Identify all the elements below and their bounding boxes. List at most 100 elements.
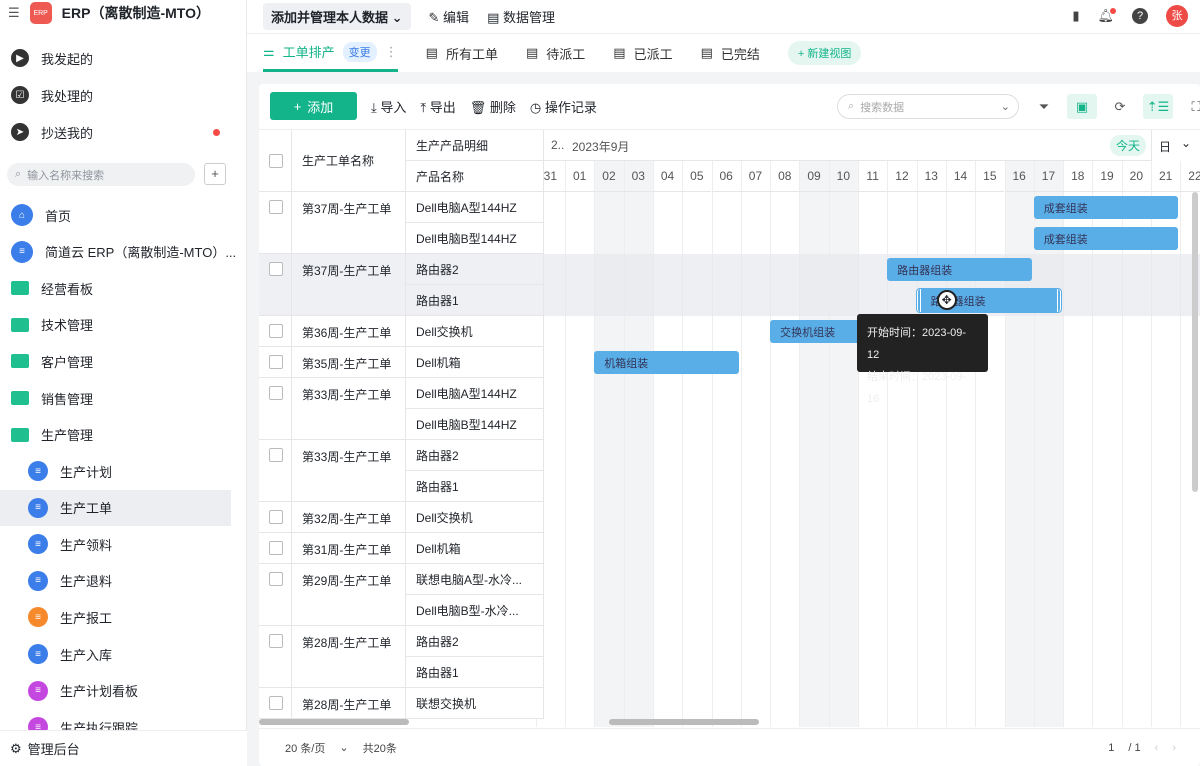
edit-button[interactable]: ✎ 编辑 xyxy=(429,7,470,26)
page-size-select[interactable]: 20 条/页 xyxy=(285,740,325,756)
display-icon[interactable]: ▣ xyxy=(1067,94,1097,119)
day-label: 13 xyxy=(916,161,946,192)
row-checkbox[interactable] xyxy=(269,448,283,462)
work-order-name: 第37周-生产工单 xyxy=(292,192,406,254)
search-data-input[interactable]: ⌕ 搜索数据 ⌄ xyxy=(837,94,1019,119)
prev-page-button[interactable]: ‹ xyxy=(1155,742,1159,754)
export-button[interactable]: ⤒ 导出 xyxy=(420,97,455,116)
month-label: 2023年9月 xyxy=(572,140,630,154)
row-checkbox[interactable] xyxy=(269,324,283,338)
row-checkbox[interactable] xyxy=(269,696,283,710)
avatar[interactable]: 张 xyxy=(1166,5,1188,27)
tab-view[interactable]: ▤ 已派工 xyxy=(613,34,672,72)
day-column xyxy=(1004,161,1034,727)
log-button[interactable]: ◷ 操作记录 xyxy=(530,97,597,116)
row-checkbox[interactable] xyxy=(269,200,283,214)
task-bar[interactable]: 路由器组装 xyxy=(887,258,1032,281)
sort-icon[interactable]: ⇡☰ xyxy=(1143,94,1173,119)
day-column xyxy=(711,161,741,727)
horizontal-scrollbar-right[interactable] xyxy=(609,719,759,725)
import-button[interactable]: ⤓ 导入 xyxy=(371,97,406,116)
day-column xyxy=(858,161,887,727)
task-bar[interactable]: 机箱组装 xyxy=(594,351,739,374)
page-input[interactable]: 1 xyxy=(1108,742,1114,754)
chevron-down-icon[interactable]: ⌄ xyxy=(339,741,348,754)
add-item-button[interactable]: + xyxy=(204,163,226,185)
row-checkbox[interactable] xyxy=(269,634,283,648)
scale-label: 日 xyxy=(1159,140,1172,154)
sidebar-subitem[interactable]: ≡ 生产计划看板 xyxy=(0,673,247,709)
book-icon[interactable]: ▮ xyxy=(1072,8,1079,24)
row-checkbox-cell xyxy=(259,440,292,502)
sidebar-item[interactable]: 经营看板 xyxy=(0,270,247,306)
work-order-name: 第33周-生产工单 xyxy=(292,378,406,440)
sidebar-item-label: 生产管理 xyxy=(41,428,94,444)
refresh-icon[interactable]: ⟳ xyxy=(1105,94,1135,119)
sidebar-item[interactable]: ≡ 简道云 ERP（离散制造-MTO）... xyxy=(0,234,247,270)
row-checkbox[interactable] xyxy=(269,510,283,524)
more-icon[interactable]: ⋮ xyxy=(385,44,398,60)
next-page-button[interactable]: › xyxy=(1172,742,1176,754)
work-order-name: 第36周-生产工单 xyxy=(292,316,406,347)
tab-view[interactable]: ▤ 所有工单 xyxy=(426,34,498,72)
new-view-label: 新建视图 xyxy=(807,48,852,60)
sidebar-subitem[interactable]: ≡ 生产领料 xyxy=(0,526,247,562)
work-order-name: 第32周-生产工单 xyxy=(292,502,406,533)
view-selector[interactable]: 添加并管理本人数据 ⌄ xyxy=(263,3,411,30)
sidebar-item-quick[interactable]: ▶ 我发起的 xyxy=(0,40,247,76)
row-checkbox[interactable] xyxy=(269,355,283,369)
delete-button[interactable]: 🗑︎ 删除 xyxy=(470,97,516,116)
task-bar[interactable]: 成套组装 xyxy=(1033,227,1179,250)
sidebar-item[interactable]: 客户管理 xyxy=(0,343,247,379)
bell-icon[interactable]: 🔔︎ xyxy=(1097,8,1116,24)
sidebar-item-label: 生产报工 xyxy=(60,610,113,626)
sidebar-item[interactable]: ⌂ 首页 xyxy=(0,197,247,233)
select-all-checkbox[interactable] xyxy=(269,153,283,168)
form-icon: ≡ xyxy=(28,680,48,701)
vertical-scrollbar[interactable] xyxy=(1192,192,1198,492)
fullscreen-icon[interactable]: ⛶ xyxy=(1181,94,1200,119)
sidebar-item[interactable]: 销售管理 xyxy=(0,380,247,416)
day-label: 16 xyxy=(1004,161,1034,192)
tab-view[interactable]: ▤ 已完结 xyxy=(701,34,760,72)
sidebar-subitem[interactable]: ≡ 生产报工 xyxy=(0,599,247,635)
search-placeholder: 搜索数据 xyxy=(860,101,905,114)
app-logo: ERP xyxy=(29,2,52,24)
add-button[interactable]: + 添加 xyxy=(270,92,357,120)
row-checkbox[interactable] xyxy=(269,541,283,555)
product-name: Dell电脑B型-水冷... xyxy=(406,595,544,626)
data-manage-label: 数据管理 xyxy=(502,10,555,25)
sidebar-subitem[interactable]: ≡ 生产入库 xyxy=(0,636,247,672)
sidebar-subitem[interactable]: ≡ 生产退料 xyxy=(0,563,247,599)
sidebar-item[interactable]: 技术管理 xyxy=(0,307,247,343)
sidebar-subitem[interactable]: ≡ 生产计划 xyxy=(0,453,247,489)
tooltip-end: 结束时间：2023-09-16 xyxy=(867,371,967,405)
data-manage-button[interactable]: ▤ 数据管理 xyxy=(487,7,555,26)
pagination: 20 条/页 ⌄ 共20条 1 / 1 ‹ › xyxy=(259,728,1200,766)
chevron-down-icon: ⌄ xyxy=(1181,136,1192,150)
row-checkbox-cell xyxy=(259,254,292,316)
row-checkbox[interactable] xyxy=(269,262,283,276)
menu-icon[interactable]: ☰ xyxy=(8,5,20,21)
row-checkbox[interactable] xyxy=(269,572,283,586)
new-view-button[interactable]: + 新建视图 xyxy=(787,41,862,65)
horizontal-scrollbar-left[interactable] xyxy=(259,719,409,725)
tab-view[interactable]: ▤ 待派工 xyxy=(526,34,585,72)
admin-button[interactable]: ⚙ 管理后台 xyxy=(0,730,247,766)
filter-icon[interactable]: ⏷ xyxy=(1029,94,1059,119)
sidebar-item-quick[interactable]: ☑ 我处理的 xyxy=(0,77,247,113)
day-label: 05 xyxy=(682,161,712,192)
gear-icon: ⚙ xyxy=(10,740,22,756)
tab-view[interactable]: ⚌ 工单排产 变更 ⋮ xyxy=(263,34,398,72)
sidebar-search-input[interactable]: ⌕ 输入名称来搜索 xyxy=(7,163,195,186)
sidebar-item-quick[interactable]: ➤ 抄送我的 xyxy=(0,114,247,150)
sidebar-item[interactable]: 生产管理 xyxy=(0,417,247,453)
help-icon[interactable]: ? xyxy=(1132,8,1148,24)
today-button[interactable]: 今天 xyxy=(1110,135,1147,156)
product-name: Dell电脑A型144HZ xyxy=(406,192,544,223)
day-label: 21 xyxy=(1151,161,1181,192)
move-cursor-icon: ✥ xyxy=(936,290,957,310)
sidebar-subitem[interactable]: ≡ 生产工单 xyxy=(0,489,231,526)
task-bar[interactable]: 成套组装 xyxy=(1033,196,1179,219)
row-checkbox[interactable] xyxy=(269,386,283,400)
